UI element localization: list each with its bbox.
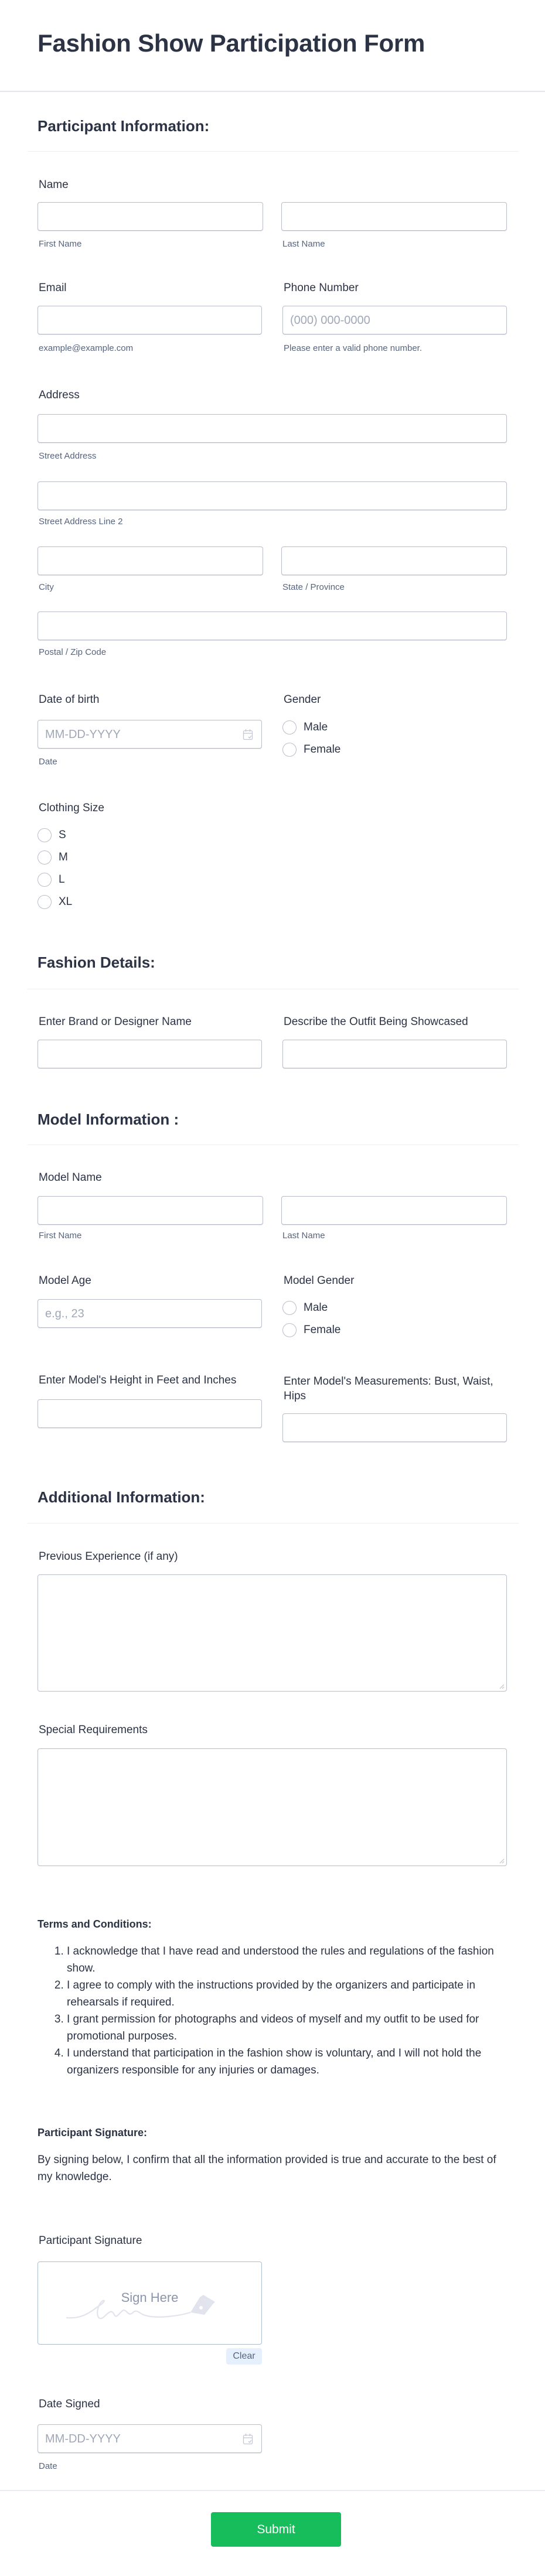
outfit-label: Describe the Outfit Being Showcased [284, 1016, 468, 1028]
terms-item: I agree to comply with the instructions … [67, 1977, 506, 2011]
phone-placeholder: (000) 000-0000 [290, 314, 370, 327]
phone-input[interactable]: (000) 000-0000 [282, 306, 507, 334]
terms-item: I grant permission for photographs and v… [67, 2011, 506, 2045]
model-height-label: Enter Model's Height in Feet and Inches [39, 1374, 237, 1386]
submit-button[interactable]: Submit [211, 2512, 341, 2547]
dob-input[interactable]: MM-DD-YYYY [38, 720, 262, 749]
radio-button[interactable] [282, 743, 297, 757]
clothing-size-radio-group: S M L XL [38, 824, 72, 913]
state-input[interactable] [281, 546, 507, 575]
gender-radio-group: Male Female [282, 716, 340, 761]
first-name-input[interactable] [38, 202, 263, 231]
radio-button[interactable] [38, 895, 52, 909]
name-label: Name [39, 179, 69, 191]
section-divider [28, 151, 519, 152]
footer-divider [0, 2490, 545, 2491]
size-option-m[interactable]: M [38, 846, 72, 869]
model-gender-option-male[interactable]: Male [282, 1297, 340, 1319]
clear-signature-button[interactable]: Clear [226, 2348, 262, 2365]
requirements-label: Special Requirements [39, 1724, 148, 1736]
outfit-input[interactable] [282, 1040, 507, 1068]
email-sublabel: example@example.com [39, 343, 134, 353]
zip-input[interactable] [38, 611, 507, 640]
date-signed-placeholder: MM-DD-YYYY [45, 2432, 121, 2445]
city-sublabel: City [39, 582, 54, 592]
section-title-participant: Participant Information: [38, 117, 210, 135]
street-address-input[interactable] [38, 414, 507, 443]
resize-handle-icon[interactable] [499, 1858, 505, 1864]
model-height-input[interactable] [38, 1399, 262, 1428]
section-divider [28, 1144, 519, 1145]
model-name-label: Model Name [39, 1171, 102, 1184]
model-last-name-sublabel: Last Name [282, 1231, 325, 1241]
dob-sublabel: Date [39, 757, 57, 767]
experience-textarea[interactable] [38, 1574, 507, 1692]
form-title: Fashion Show Participation Form [38, 29, 425, 57]
street-address-2-sublabel: Street Address Line 2 [39, 517, 123, 527]
brand-input[interactable] [38, 1040, 262, 1068]
radio-button[interactable] [38, 873, 52, 887]
terms-item: I understand that participation in the f… [67, 2045, 506, 2079]
street-address-2-input[interactable] [38, 481, 507, 510]
model-measurements-label: Enter Model's Measurements: Bust, Waist,… [284, 1375, 493, 1402]
calendar-icon[interactable] [243, 729, 253, 740]
terms-list: I acknowledge that I have read and under… [38, 1943, 506, 2079]
model-age-input[interactable]: e.g., 23 [38, 1299, 262, 1328]
city-input[interactable] [38, 546, 263, 575]
size-option-xl[interactable]: XL [38, 891, 72, 913]
dob-label: Date of birth [39, 693, 100, 706]
model-first-name-input[interactable] [38, 1196, 263, 1225]
radio-button[interactable] [38, 828, 52, 842]
date-signed-label: Date Signed [39, 2398, 100, 2410]
model-age-placeholder: e.g., 23 [45, 1307, 84, 1320]
gender-option-male[interactable]: Male [282, 716, 340, 739]
street-address-sublabel: Street Address [39, 451, 97, 461]
model-gender-option-female[interactable]: Female [282, 1319, 340, 1341]
date-signed-sublabel: Date [39, 2461, 57, 2471]
signature-label: Participant Signature [39, 2235, 142, 2247]
email-label: Email [39, 282, 67, 294]
header-divider [0, 91, 545, 92]
model-age-label: Model Age [39, 1275, 91, 1287]
terms-item: I acknowledge that I have read and under… [67, 1943, 506, 1977]
zip-sublabel: Postal / Zip Code [39, 647, 107, 657]
phone-label: Phone Number [284, 282, 359, 294]
gender-option-female[interactable]: Female [282, 739, 340, 761]
signature-pad[interactable]: Sign Here [38, 2261, 262, 2345]
experience-label: Previous Experience (if any) [39, 1550, 178, 1563]
address-label: Address [39, 389, 80, 401]
gender-label: Gender [284, 693, 321, 706]
radio-button[interactable] [282, 1301, 297, 1315]
first-name-sublabel: First Name [39, 239, 82, 249]
state-sublabel: State / Province [282, 582, 345, 592]
section-title-additional: Additional Information: [38, 1488, 205, 1506]
terms-title: Terms and Conditions: [38, 1918, 152, 1930]
last-name-sublabel: Last Name [282, 239, 325, 249]
email-input[interactable] [38, 306, 262, 334]
section-title-fashion: Fashion Details: [38, 954, 155, 971]
phone-sublabel: Please enter a valid phone number. [284, 343, 422, 353]
dob-placeholder: MM-DD-YYYY [45, 728, 121, 741]
signature-statement: By signing below, I confirm that all the… [38, 2154, 496, 2183]
model-last-name-input[interactable] [281, 1196, 507, 1225]
radio-button[interactable] [282, 720, 297, 734]
brand-label: Enter Brand or Designer Name [39, 1016, 192, 1028]
radio-button[interactable] [282, 1323, 297, 1337]
sign-here-text: Sign Here [121, 2290, 179, 2305]
last-name-input[interactable] [281, 202, 507, 231]
size-option-l[interactable]: L [38, 869, 72, 891]
date-signed-input[interactable]: MM-DD-YYYY [38, 2424, 262, 2453]
model-gender-radio-group: Male Female [282, 1297, 340, 1341]
model-gender-label: Model Gender [284, 1275, 355, 1287]
signature-section-title: Participant Signature: [38, 2127, 148, 2138]
radio-button[interactable] [38, 850, 52, 865]
resize-handle-icon[interactable] [499, 1683, 505, 1689]
size-option-s[interactable]: S [38, 824, 72, 846]
model-first-name-sublabel: First Name [39, 1231, 82, 1241]
model-measurements-input[interactable] [282, 1413, 507, 1442]
calendar-icon[interactable] [243, 2433, 253, 2445]
clothing-size-label: Clothing Size [39, 802, 104, 814]
section-title-model: Model Information : [38, 1111, 179, 1128]
requirements-textarea[interactable] [38, 1748, 507, 1866]
